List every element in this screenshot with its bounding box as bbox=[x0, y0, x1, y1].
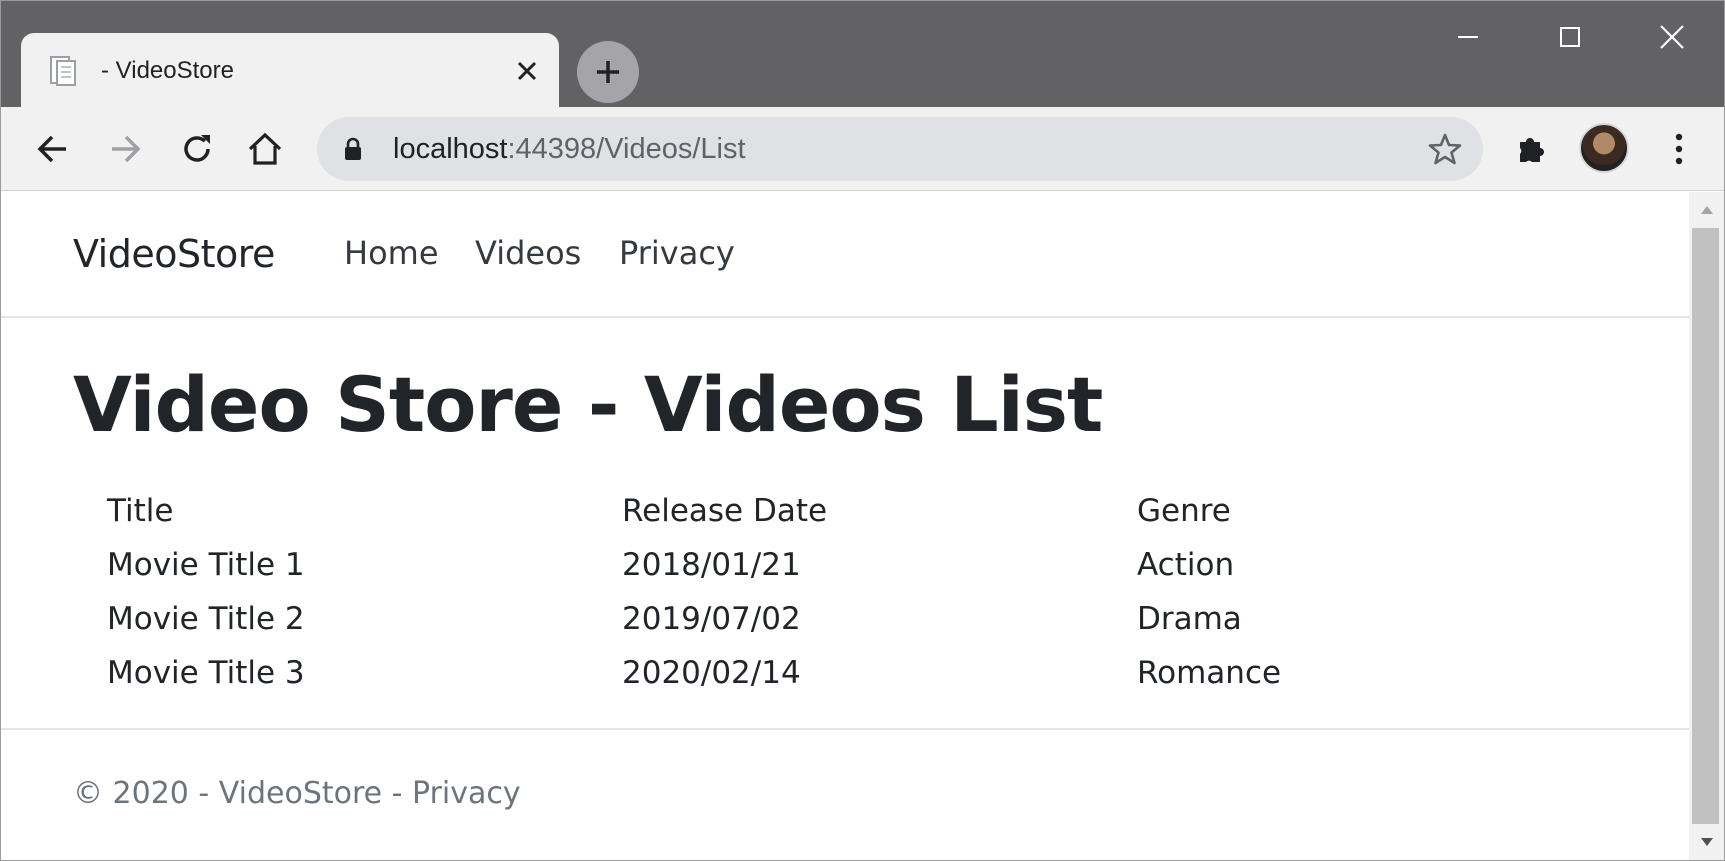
profile-avatar[interactable] bbox=[1579, 123, 1629, 173]
table-header-row: Title Release Date Genre bbox=[91, 484, 1421, 538]
url-text[interactable]: localhost:44398/Videos/List bbox=[393, 131, 746, 167]
forward-button[interactable] bbox=[97, 121, 153, 177]
site-navbar: VideoStore Home Videos Privacy bbox=[1, 192, 1689, 318]
cell-release-date: 2020/02/14 bbox=[622, 655, 801, 691]
site-footer: © 2020 - VideoStore - Privacy bbox=[1, 728, 1689, 860]
nav-link-videos[interactable]: Videos bbox=[475, 234, 581, 272]
minimize-icon bbox=[1458, 36, 1478, 38]
footer-privacy-link[interactable]: Privacy bbox=[412, 776, 521, 811]
arrow-left-icon bbox=[37, 135, 66, 163]
close-tab-icon[interactable] bbox=[509, 53, 545, 89]
cell-genre: Drama bbox=[1137, 601, 1242, 637]
cell-release-date: 2019/07/02 bbox=[622, 601, 801, 637]
bookmark-star-icon[interactable] bbox=[1427, 131, 1463, 167]
reload-button[interactable] bbox=[169, 121, 225, 177]
cell-genre: Romance bbox=[1137, 655, 1282, 691]
page-title: Video Store - Videos List bbox=[73, 360, 1103, 449]
vertical-scrollbar[interactable] bbox=[1689, 192, 1724, 860]
cell-title: Movie Title 1 bbox=[107, 547, 305, 583]
address-bar[interactable]: localhost:44398/Videos/List bbox=[317, 117, 1483, 181]
table-row: Movie Title 2 2019/07/02 Drama bbox=[91, 592, 1421, 646]
footer-text: © 2020 - VideoStore - Privacy bbox=[73, 776, 521, 811]
scroll-down-arrow-icon[interactable] bbox=[1689, 824, 1724, 860]
nav-link-privacy[interactable]: Privacy bbox=[619, 234, 735, 272]
table-row: Movie Title 1 2018/01/21 Action bbox=[91, 538, 1421, 592]
maximize-icon bbox=[1560, 27, 1580, 47]
arrow-right-icon bbox=[112, 135, 141, 163]
new-tab-button[interactable] bbox=[577, 41, 639, 103]
close-icon bbox=[1660, 25, 1684, 49]
minimize-button[interactable] bbox=[1433, 11, 1503, 63]
lock-icon bbox=[343, 137, 363, 161]
table-row: Movie Title 3 2020/02/14 Romance bbox=[91, 646, 1421, 700]
browser-toolbar: localhost:44398/Videos/List bbox=[1, 107, 1724, 191]
maximize-button[interactable] bbox=[1535, 11, 1605, 63]
puzzle-icon bbox=[1520, 138, 1544, 162]
extensions-button[interactable] bbox=[1503, 121, 1559, 177]
header-genre: Genre bbox=[1137, 493, 1231, 529]
url-host: localhost bbox=[393, 133, 508, 165]
cell-release-date: 2018/01/21 bbox=[622, 547, 801, 583]
kebab-menu-icon bbox=[1675, 133, 1683, 165]
header-release-date: Release Date bbox=[622, 493, 828, 529]
menu-button[interactable] bbox=[1651, 121, 1707, 177]
browser-tab[interactable]: - VideoStore bbox=[21, 33, 559, 109]
videos-table: Title Release Date Genre Movie Title 1 2… bbox=[91, 484, 1421, 700]
cell-title: Movie Title 2 bbox=[107, 601, 305, 637]
cell-title: Movie Title 3 bbox=[107, 655, 305, 691]
home-icon bbox=[248, 132, 282, 165]
tab-strip: - VideoStore bbox=[1, 1, 1724, 109]
site-brand-link[interactable]: VideoStore bbox=[73, 232, 275, 276]
scrollbar-thumb[interactable] bbox=[1692, 228, 1719, 824]
nav-link-home[interactable]: Home bbox=[344, 234, 439, 272]
cell-genre: Action bbox=[1137, 547, 1235, 583]
url-path: :44398/Videos/List bbox=[507, 133, 746, 165]
back-button[interactable] bbox=[25, 121, 81, 177]
plus-icon bbox=[597, 61, 619, 83]
page-icon bbox=[49, 55, 77, 87]
header-title: Title bbox=[107, 493, 174, 529]
home-button[interactable] bbox=[237, 121, 293, 177]
tab-title: - VideoStore bbox=[101, 57, 234, 84]
page-viewport: VideoStore Home Videos Privacy Video Sto… bbox=[1, 192, 1689, 860]
reload-icon bbox=[184, 135, 210, 162]
close-window-button[interactable] bbox=[1637, 11, 1707, 63]
footer-copyright: © 2020 - VideoStore - bbox=[73, 776, 413, 811]
scroll-up-arrow-icon[interactable] bbox=[1689, 192, 1724, 228]
browser-window: - VideoStore localhost:44398/Videos/List… bbox=[0, 0, 1725, 861]
